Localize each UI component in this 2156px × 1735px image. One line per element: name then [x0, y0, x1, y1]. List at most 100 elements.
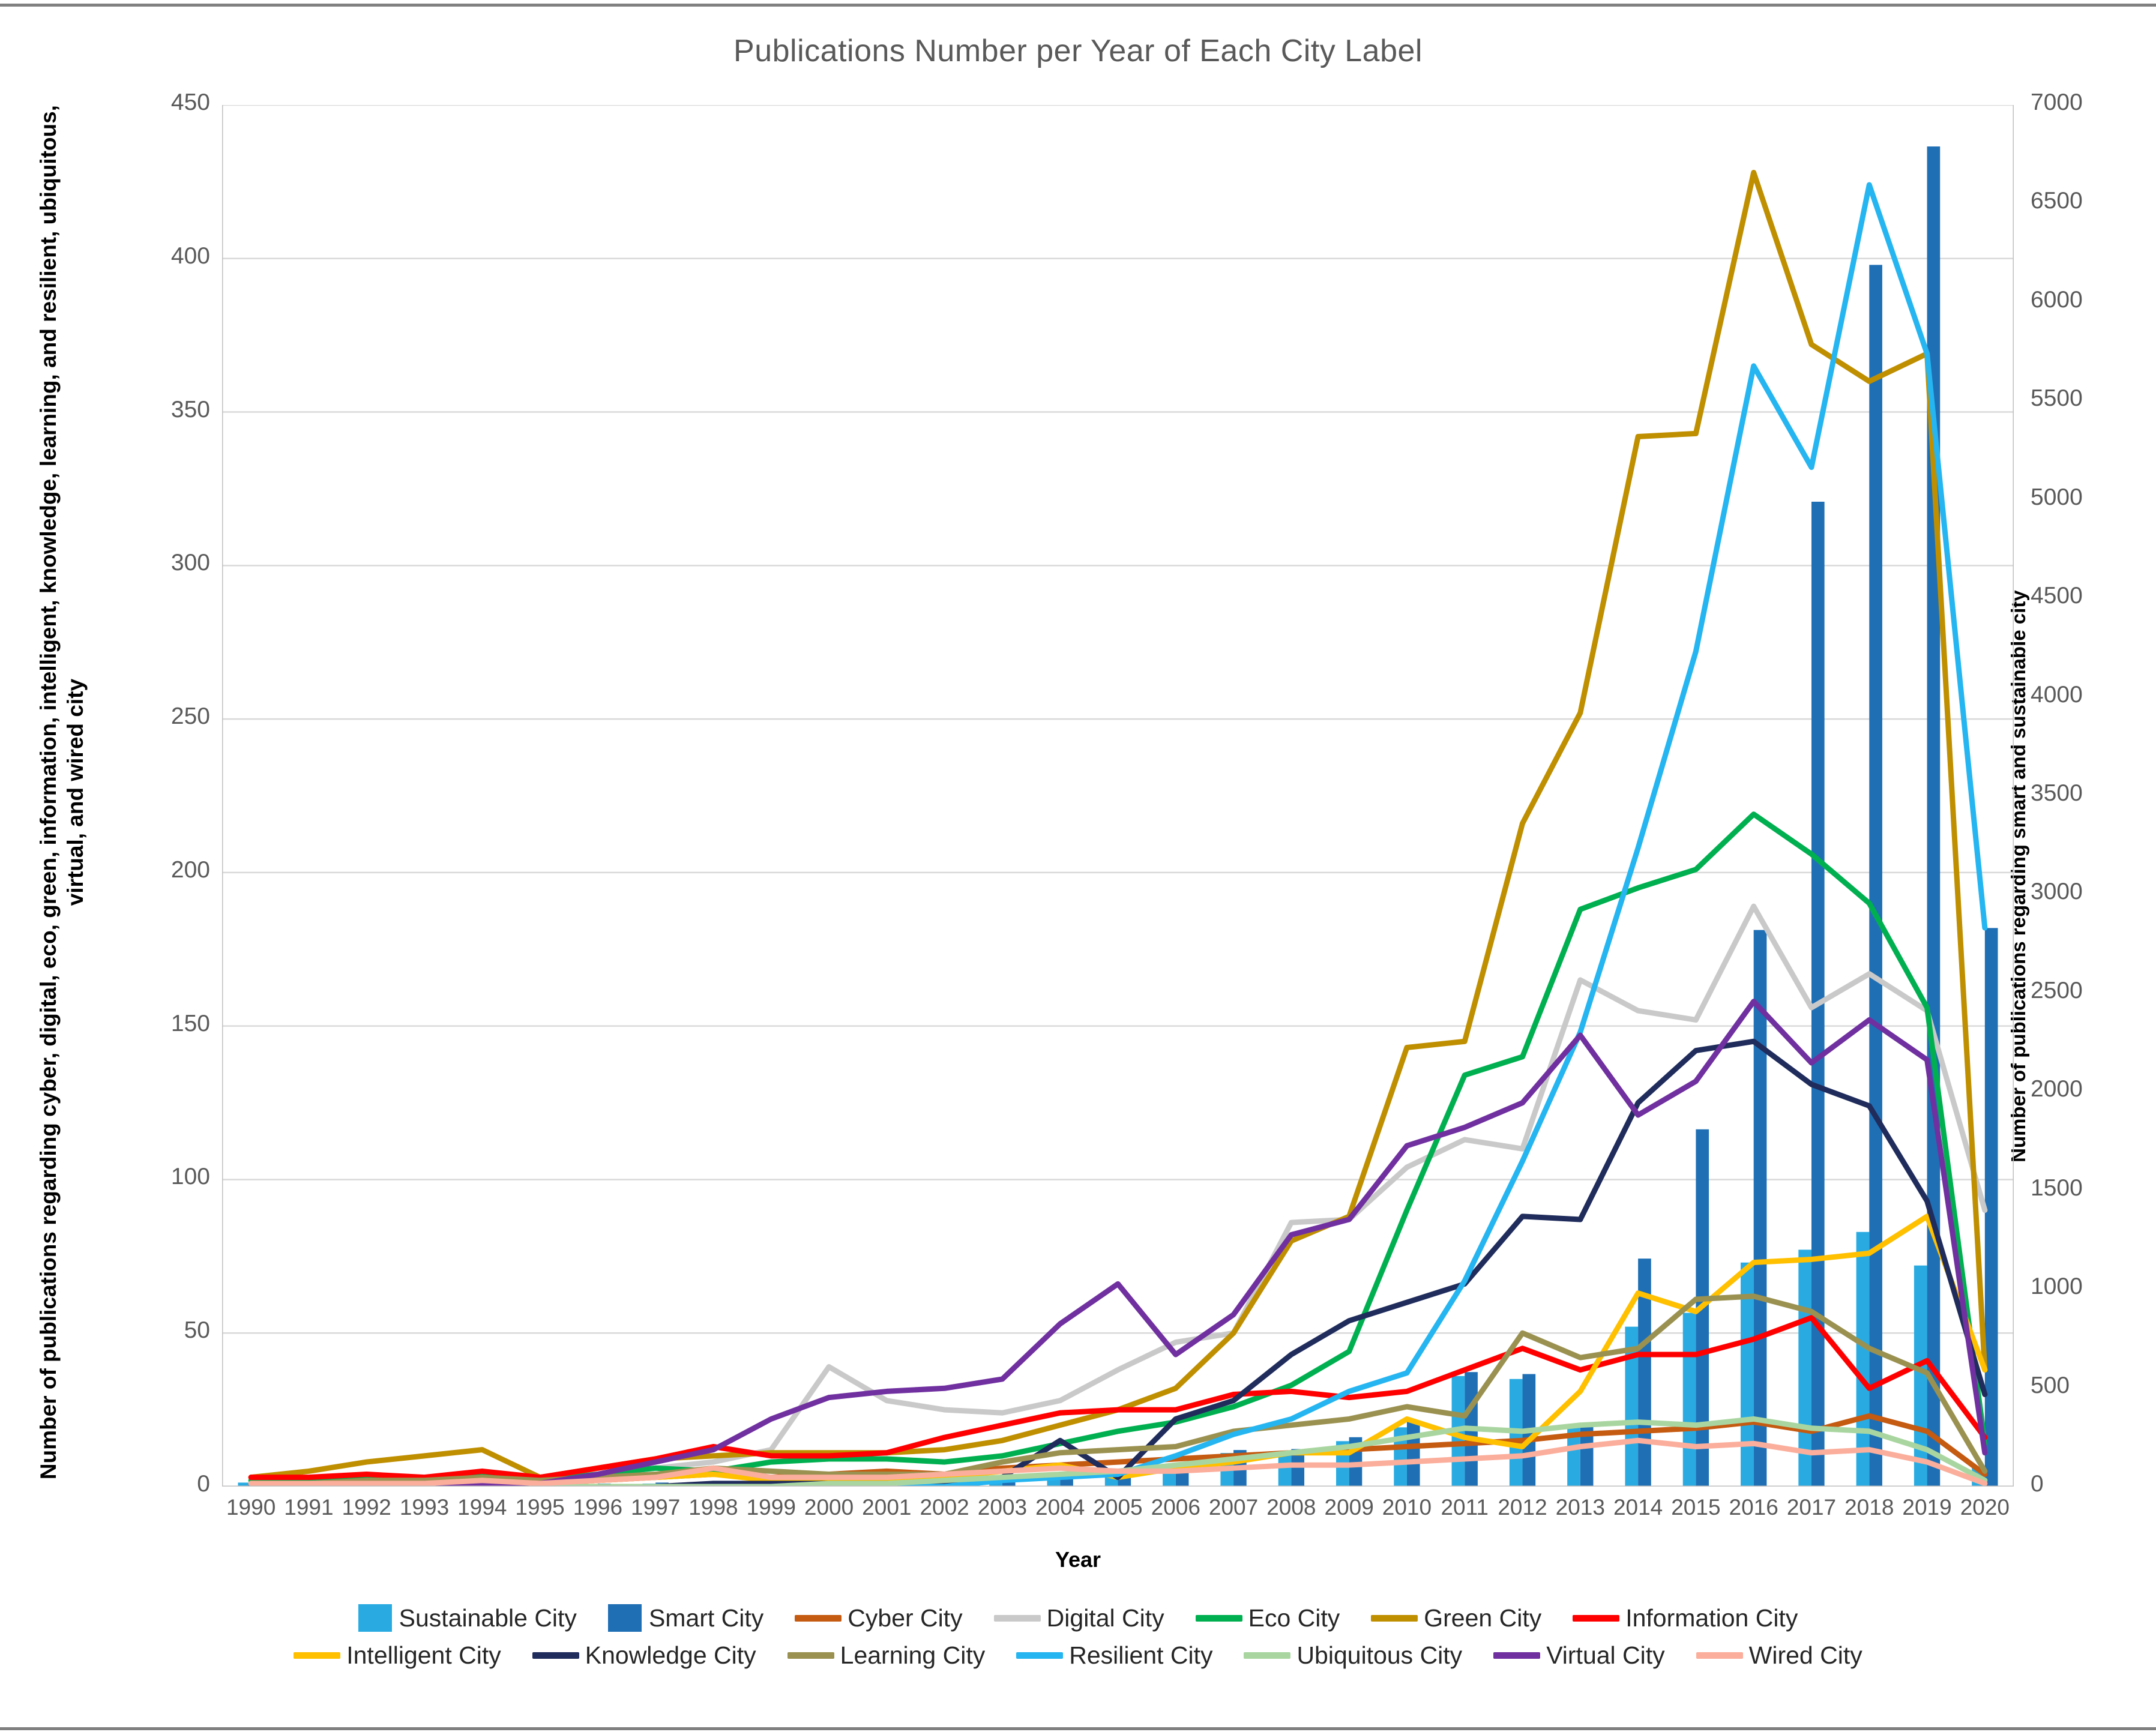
x-tick-year: 2011 [1441, 1495, 1489, 1520]
legend-line-swatch-icon [1573, 1614, 1620, 1622]
y-tick-secondary: 3000 [2031, 879, 2083, 905]
x-axis-title: Year [1055, 1547, 1101, 1572]
y-tick-primary: 400 [170, 242, 210, 269]
legend-label: Virtual City [1546, 1641, 1665, 1669]
x-tick-year: 2000 [804, 1495, 854, 1520]
bar [1927, 146, 1941, 1487]
legend-label: Ubiquitous City [1296, 1641, 1463, 1669]
legend-row: Sustainable City Smart City Cyber City Digi… [0, 1599, 2156, 1637]
legend-label: Wired City [1748, 1641, 1862, 1669]
legend-item-resilient-city[interactable]: Resilient City [1016, 1641, 1212, 1670]
x-tick-year: 1995 [515, 1495, 565, 1520]
x-tick-year: 2010 [1382, 1495, 1432, 1520]
y-tick-secondary: 4500 [2031, 583, 2083, 609]
y-tick-secondary: 6000 [2031, 286, 2083, 313]
legend-label: Intelligent City [346, 1641, 501, 1669]
legend-item-intelligent-city[interactable]: Intelligent City [294, 1641, 501, 1670]
y-tick-secondary: 500 [2031, 1372, 2070, 1398]
line-series-eco-city [248, 811, 1988, 1484]
y-axis-primary-title: Number of publications regarding cyber, … [35, 105, 88, 1480]
legend-item-smart-city[interactable]: Smart City [607, 1604, 763, 1632]
line-series-digital-city [248, 903, 1988, 1487]
line-series-resilient-city [248, 182, 1988, 1487]
legend-item-learning-city[interactable]: Learning City [787, 1641, 986, 1670]
x-tick-year: 2019 [1902, 1495, 1952, 1520]
legend-item-eco-city[interactable]: Eco City [1195, 1604, 1340, 1632]
y-tick-secondary: 2000 [2031, 1076, 2083, 1102]
x-tick-year: 2004 [1035, 1495, 1085, 1520]
bar [1682, 1313, 1696, 1487]
legend-label: Information City [1625, 1604, 1798, 1632]
x-tick-year: 1997 [631, 1495, 681, 1520]
x-tick-year: 2017 [1786, 1495, 1837, 1520]
x-tick-year: 2003 [977, 1495, 1028, 1520]
x-tick-year: 2002 [920, 1495, 969, 1520]
y-tick-primary: 350 [170, 396, 210, 422]
line-series-learning-city [248, 1293, 1988, 1487]
legend-item-sustainable-city[interactable]: Sustainable City [358, 1604, 577, 1632]
bottom-border-rule [0, 1727, 2156, 1730]
legend-item-knowledge-city[interactable]: Knowledge City [532, 1641, 756, 1670]
legend-line-swatch-icon [532, 1652, 579, 1659]
y-tick-primary: 150 [170, 1010, 210, 1036]
legend-item-wired-city[interactable]: Wired City [1696, 1641, 1862, 1670]
legend-line-swatch-icon [1371, 1614, 1418, 1622]
legend-line-swatch-icon [1016, 1652, 1064, 1659]
top-border-rule [0, 4, 2156, 7]
line-series-virtual-city [248, 999, 1988, 1487]
legend-label: Green City [1424, 1604, 1542, 1632]
x-tick-year: 1993 [399, 1495, 450, 1520]
x-tick-year: 1990 [226, 1495, 276, 1520]
y-tick-secondary: 6500 [2031, 188, 2083, 214]
legend-label: Knowledge City [585, 1641, 756, 1669]
y-tick-secondary: 4000 [2031, 681, 2083, 708]
legend-line-swatch-icon [294, 1652, 341, 1659]
legend-bar-swatch-icon [358, 1604, 392, 1632]
chart-legend: Sustainable City Smart City Cyber City Digi… [0, 1599, 2156, 1674]
legend-item-cyber-city[interactable]: Cyber City [795, 1604, 963, 1632]
y-tick-secondary: 1000 [2031, 1273, 2083, 1300]
legend-label: Learning City [840, 1641, 986, 1669]
y-tick-primary: 100 [170, 1164, 210, 1190]
x-tick-year: 1991 [284, 1495, 334, 1520]
legend-line-swatch-icon [1195, 1614, 1242, 1622]
bar [1914, 1265, 1927, 1487]
x-tick-year: 2014 [1613, 1495, 1663, 1520]
y-tick-secondary: 3500 [2031, 780, 2083, 806]
plot-area [222, 105, 2014, 1487]
y-tick-primary: 250 [170, 703, 210, 730]
y-tick-secondary: 1500 [2031, 1174, 2083, 1201]
x-tick-year: 2001 [862, 1495, 912, 1520]
y-tick-secondary: 7000 [2031, 89, 2083, 115]
x-tick-year: 2018 [1844, 1495, 1894, 1520]
bar-series-smart-city [251, 146, 1998, 1487]
legend-item-ubiquitous-city[interactable]: Ubiquitous City [1244, 1641, 1462, 1670]
line-series-information-city [248, 1315, 1988, 1481]
page-title: Publications Number per Year of Each Cit… [733, 34, 1423, 68]
legend-line-swatch-icon [993, 1614, 1041, 1622]
y-tick-secondary: 5500 [2031, 385, 2083, 412]
chart-page: Publications Number per Year of Each Cit… [0, 0, 2156, 1735]
chart-canvas [222, 105, 2014, 1487]
x-tick-year: 2008 [1266, 1495, 1316, 1520]
x-tick-year: 2012 [1498, 1495, 1547, 1520]
legend-label: Sustainable City [399, 1604, 577, 1632]
x-tick-year: 1999 [746, 1495, 796, 1520]
x-tick-year: 2009 [1324, 1495, 1374, 1520]
y-tick-secondary: 2500 [2031, 977, 2083, 1003]
x-tick-year: 2007 [1208, 1495, 1259, 1520]
x-tick-year: 2006 [1151, 1495, 1200, 1520]
legend-item-green-city[interactable]: Green City [1371, 1604, 1541, 1632]
legend-line-swatch-icon [1493, 1652, 1541, 1659]
y-tick-primary: 300 [170, 550, 210, 576]
x-tick-year: 1998 [688, 1495, 738, 1520]
legend-row: Intelligent City Knowledge City Learning C… [0, 1637, 2156, 1674]
y-tick-primary: 450 [170, 89, 210, 115]
y-tick-primary: 200 [170, 856, 210, 883]
legend-line-swatch-icon [1244, 1652, 1291, 1659]
bar [1811, 502, 1825, 1487]
legend-label: Cyber City [848, 1604, 963, 1632]
legend-item-digital-city[interactable]: Digital City [993, 1604, 1164, 1632]
legend-item-information-city[interactable]: Information City [1573, 1604, 1798, 1632]
legend-item-virtual-city[interactable]: Virtual City [1493, 1641, 1665, 1670]
